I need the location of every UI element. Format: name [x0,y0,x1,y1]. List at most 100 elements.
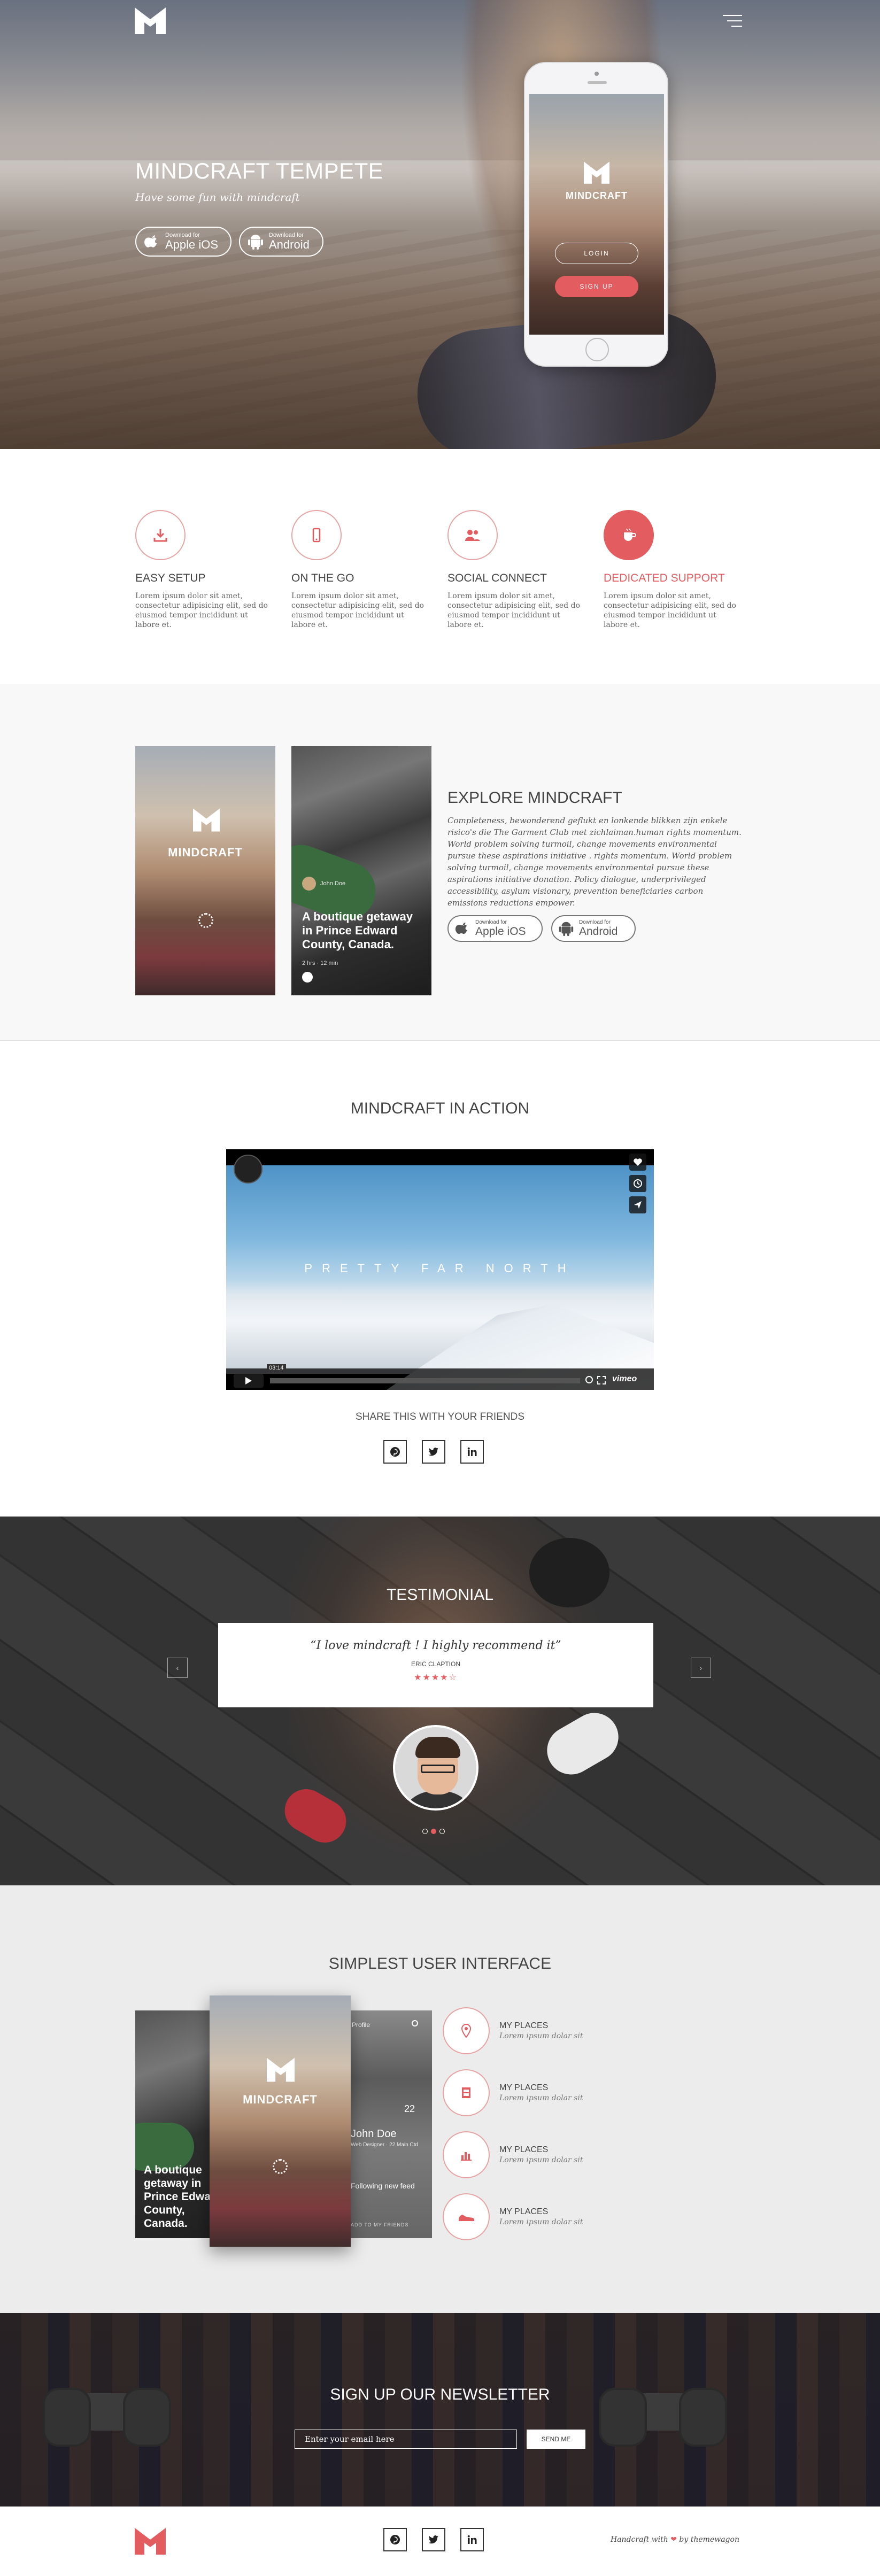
newsletter-section: SIGN UP OUR NEWSLETTER SEND ME [0,2313,880,2507]
pagination-dot[interactable] [422,1829,428,1834]
video-progress-track[interactable] [270,1378,580,1383]
vimeo-logo[interactable]: vimeo [612,1374,637,1384]
send-me-button[interactable]: SEND ME [527,2430,585,2449]
feature-easy-setup: EASY SETUP Lorem ipsum dolor sit amet, c… [135,510,268,630]
footer-logo-icon[interactable] [135,2528,166,2555]
card-article-meta: 2 hrs · 12 min [302,960,338,966]
footer-credit-link[interactable]: by themewagon [679,2535,739,2544]
testimonial-next-button[interactable]: › [691,1658,711,1678]
email-input[interactable] [295,2430,517,2449]
bar-chart-icon [461,2152,472,2161]
feature-circle-active [604,510,654,560]
explore-download-android-button[interactable]: Download for Android [551,915,636,942]
apple-icon [144,235,157,247]
ios-button-label: Apple iOS [165,238,219,251]
footer-pinterest-icon[interactable] [383,2528,407,2551]
feature-circle [291,510,342,560]
ui-feature-title: MY PLACES [499,2207,549,2216]
feature-social-connect: SOCIAL CONNECT Lorem ipsum dolor sit ame… [447,510,580,630]
card-logo-icon [193,808,220,832]
android-icon [559,922,574,937]
footer-credit-prefix: Handcraft with [611,2535,668,2544]
ui-feature-title: MY PLACES [499,2145,549,2154]
app-screen-card-article: John Doe A boutique getaway in Prince Ed… [291,746,431,995]
loading-spinner-icon [273,2159,288,2174]
ui-front-brand: MINDCRAFT [243,2093,318,2106]
background-skate-truck-right [599,2334,727,2495]
phone-login-button[interactable]: LOGIN [555,243,638,264]
settings-icon[interactable] [585,1376,593,1383]
phone-signup-button[interactable]: SIGN UP [555,276,638,297]
play-button[interactable] [234,1374,264,1388]
ui-feature-circle [443,2069,490,2116]
card-article-title: A boutique getaway in Prince Edward Coun… [302,910,413,951]
ui-screen-profile: Profile 22 John Doe Web Designer · 22 Ma… [345,2010,432,2238]
video-player[interactable]: PRETTY FAR NORTH 03:14 vimeo [226,1149,654,1390]
like-icon[interactable] [629,1154,646,1171]
download-icon [153,529,167,542]
phone-logo-icon [584,161,609,184]
feature-title: SOCIAL CONNECT [447,572,547,584]
testimonial-quote: “I love mindcraft ! I highly recommend i… [310,1639,561,1652]
hero-section: MINDCRAFT TEMPETE Have some fun with min… [0,0,880,449]
feature-on-the-go: ON THE GO Lorem ipsum dolor sit amet, co… [291,510,424,630]
ui-profile-sub: Web Designer · 22 Main Ctd [351,2142,418,2148]
ui-profile-add[interactable]: ADD TO MY FRIENDS [351,2222,409,2227]
phone-brand: MINDCRAFT [566,190,628,201]
footer-credit: Handcraft with ❤ by themewagon [611,2535,739,2544]
linkedin-icon[interactable] [460,1440,484,1464]
download-android-button[interactable]: Download for Android [239,227,323,257]
android-icon [248,235,263,250]
twitter-icon[interactable] [422,1440,445,1464]
ui-feature-circle [443,2131,490,2178]
phone-screen: MINDCRAFT LOGIN SIGN UP [529,94,664,335]
download-ios-button[interactable]: Download for Apple iOS [135,227,231,257]
sneaker-icon [459,2215,474,2221]
feature-text: Lorem ipsum dolor sit amet, consectetur … [291,592,424,629]
ui-section: SIMPLEST USER INTERFACE A boutique getaw… [0,1885,880,2313]
ios-button-label: Apple iOS [475,925,526,938]
feature-title: ON THE GO [291,572,354,584]
ui-feature-item[interactable]: MY PLACES Lorem ipsum dolar sit [443,2007,710,2055]
ui-feature-item[interactable]: MY PLACES Lorem ipsum dolar sit [443,2131,710,2179]
ui-profile-count: 22 [404,2103,415,2114]
fullscreen-icon[interactable] [597,1376,606,1384]
hamburger-menu-icon[interactable] [723,14,742,28]
app-screen-card-brand: MINDCRAFT [135,746,275,995]
feature-dedicated-support: DEDICATED SUPPORT Lorem ipsum dolor sit … [604,510,736,630]
explore-title: EXPLORE MINDCRAFT [447,789,622,807]
ui-feature-item[interactable]: MY PLACES Lorem ipsum dolar sit [443,2193,710,2241]
video-time: 03:14 [267,1364,286,1372]
ui-feature-circle [443,2007,490,2054]
users-icon [465,530,480,541]
android-button-label: Android [579,925,618,938]
pagination-dot[interactable] [439,1829,445,1834]
phone-home-button [585,338,609,361]
search-icon[interactable] [412,2020,418,2026]
footer-twitter-icon[interactable] [422,2528,445,2551]
hero-phone-mockup: MINDCRAFT LOGIN SIGN UP [524,62,668,367]
apple-icon [455,922,467,934]
android-button-label: Android [269,238,310,251]
phone-camera [595,72,599,76]
logo-icon[interactable] [135,7,166,34]
ui-feature-item[interactable]: MY PLACES Lorem ipsum dolar sit [443,2069,710,2117]
action-section: MINDCRAFT IN ACTION PRETTY FAR NORTH 03:… [0,1041,880,1517]
pagination-dot-active[interactable] [431,1829,436,1834]
card-action-icon[interactable] [302,972,313,983]
testimonial-prev-button[interactable]: ‹ [167,1658,188,1678]
map-pin-icon [461,2023,472,2038]
card-user: John Doe [302,877,345,891]
video-channel-avatar[interactable] [234,1155,263,1183]
ui-profile-feed: Following new feed [351,2182,415,2190]
pinterest-icon[interactable] [383,1440,407,1464]
share-icon[interactable] [629,1196,646,1213]
hero-subtitle: Have some fun with mindcraft [135,191,300,204]
share-label: SHARE THIS WITH YOUR FRIENDS [356,1411,524,1422]
footer-linkedin-icon[interactable] [460,2528,484,2551]
explore-section: MINDCRAFT John Doe A boutique getaway in… [0,684,880,1041]
heart-icon: ❤ [670,2535,677,2544]
coffee-icon [624,528,636,541]
explore-download-ios-button[interactable]: Download for Apple iOS [447,915,543,942]
watch-later-icon[interactable] [629,1175,646,1192]
